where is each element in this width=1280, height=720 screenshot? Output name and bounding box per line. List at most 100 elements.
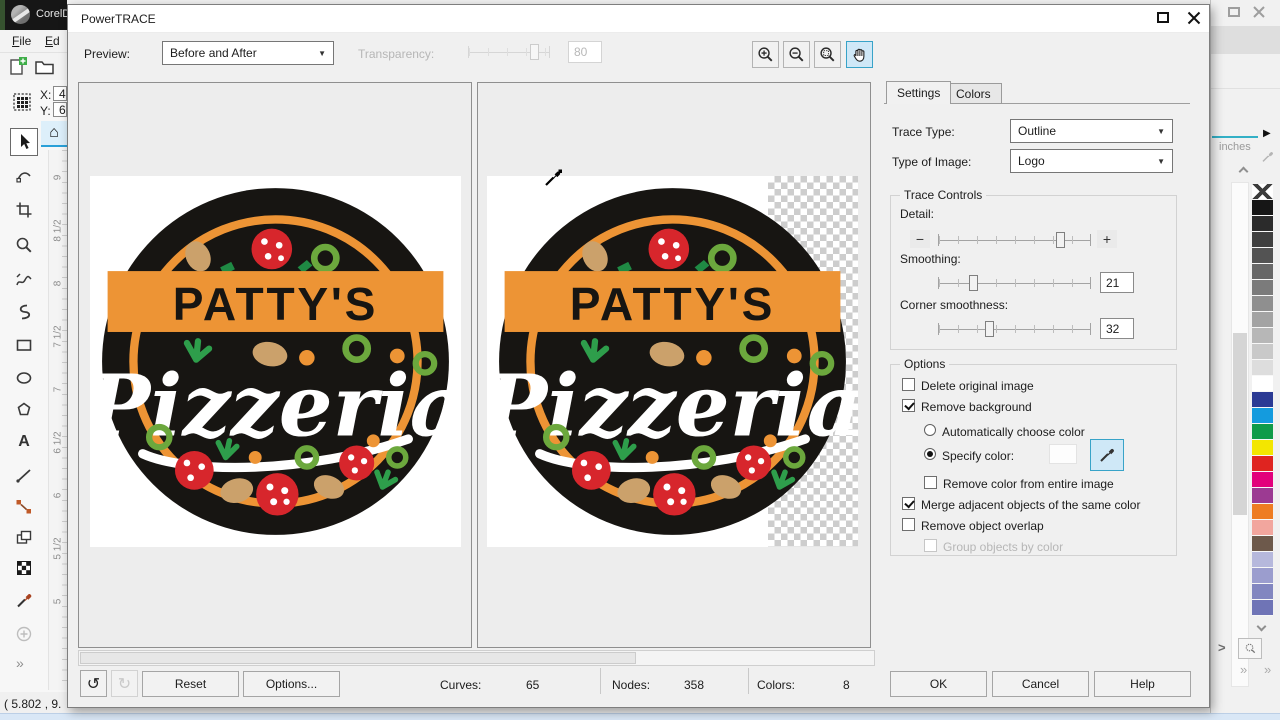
palette-swatch[interactable] xyxy=(1252,392,1273,408)
merge-adjacent-checkbox[interactable] xyxy=(902,497,915,510)
help-button[interactable]: Help xyxy=(1094,671,1191,697)
palette-swatch[interactable] xyxy=(1252,376,1273,392)
corner-smoothness-field[interactable]: 32 xyxy=(1100,318,1134,339)
reset-button[interactable]: Reset xyxy=(142,671,239,697)
palette-swatch[interactable] xyxy=(1252,408,1273,424)
palette-swatch[interactable] xyxy=(1252,328,1273,344)
palette-swatch[interactable] xyxy=(1252,424,1273,440)
coreldraw-logo-icon xyxy=(11,5,30,24)
docker-expand-chevrons[interactable]: » xyxy=(1264,662,1271,677)
ruler-label: 6 xyxy=(53,481,64,511)
detail-slider[interactable] xyxy=(938,234,1091,246)
corner-smoothness-slider-thumb[interactable] xyxy=(985,321,994,337)
pan-button[interactable] xyxy=(846,41,873,68)
zoom-tool-icon[interactable] xyxy=(14,235,34,255)
tab-settings[interactable]: Settings xyxy=(886,81,951,104)
detail-slider-thumb[interactable] xyxy=(1056,232,1065,248)
zoom-out-icon xyxy=(787,45,806,64)
palette-swatch[interactable] xyxy=(1252,232,1273,248)
eyedropper-tool-icon[interactable] xyxy=(14,590,34,610)
dialog-close-button[interactable] xyxy=(1186,10,1202,26)
add-tool-icon[interactable] xyxy=(14,624,34,644)
units-label[interactable]: inches xyxy=(1219,141,1251,153)
palette-swatch[interactable] xyxy=(1252,536,1273,552)
palette-swatch[interactable] xyxy=(1252,552,1273,568)
image-type-dropdown[interactable]: Logo ▼ xyxy=(1010,149,1173,173)
palette-swatch[interactable] xyxy=(1252,216,1273,232)
palette-swatch[interactable] xyxy=(1252,600,1273,616)
preview-scrollbar-thumb[interactable] xyxy=(80,652,636,664)
smoothing-slider[interactable] xyxy=(938,277,1091,289)
docker-maximize-icon[interactable] xyxy=(1228,7,1240,17)
specify-color-radio[interactable] xyxy=(924,448,936,460)
docker-flyout-icon[interactable]: ▶ xyxy=(1263,128,1271,139)
palette-swatch[interactable] xyxy=(1252,568,1273,584)
palette-swatch[interactable] xyxy=(1252,360,1273,376)
palette-swatch[interactable] xyxy=(1252,264,1273,280)
smoothing-field[interactable]: 21 xyxy=(1100,272,1134,293)
trace-type-dropdown[interactable]: Outline ▼ xyxy=(1010,119,1173,143)
zoom-fit-button[interactable] xyxy=(814,41,841,68)
cancel-button[interactable]: Cancel xyxy=(992,671,1089,697)
docker-eyedropper-icon[interactable] xyxy=(1260,149,1275,164)
palette-angle-icon[interactable]: > xyxy=(1218,640,1226,655)
specify-color-label: Specify color: xyxy=(942,449,1014,463)
corner-smoothness-slider[interactable] xyxy=(938,323,1091,335)
palette-swatch[interactable] xyxy=(1252,296,1273,312)
palette-swatch[interactable] xyxy=(1252,472,1273,488)
docker-scrollbar-thumb[interactable] xyxy=(1233,333,1247,515)
dialog-maximize-button[interactable] xyxy=(1157,12,1169,23)
ellipse-tool-icon[interactable] xyxy=(14,368,34,388)
connector-tool-icon[interactable] xyxy=(14,497,34,517)
palette-expand-chevrons[interactable]: » xyxy=(1240,662,1247,677)
palette-zoom-button[interactable] xyxy=(1238,638,1262,659)
smart-drawing-tool-icon[interactable] xyxy=(14,302,34,322)
group-by-color-label: Group objects by color xyxy=(943,540,1063,554)
docker-close-icon[interactable] xyxy=(1252,5,1266,19)
detail-plus-button[interactable]: + xyxy=(1097,230,1117,248)
dialog-titlebar[interactable] xyxy=(68,5,1209,33)
palette-swatch[interactable] xyxy=(1252,184,1273,200)
palette-swatch[interactable] xyxy=(1252,456,1273,472)
transparency-label: Transparency: xyxy=(358,47,434,61)
palette-swatch[interactable] xyxy=(1252,200,1273,216)
crop-tool-icon[interactable] xyxy=(14,200,34,220)
remove-entire-checkbox[interactable] xyxy=(924,476,937,489)
palette-swatch[interactable] xyxy=(1252,344,1273,360)
smoothing-slider-thumb[interactable] xyxy=(969,275,978,291)
specified-color-swatch[interactable] xyxy=(1049,444,1077,464)
line-tool-icon[interactable] xyxy=(14,465,34,485)
palette-swatch[interactable] xyxy=(1252,520,1273,536)
zoom-in-button[interactable] xyxy=(752,41,779,68)
remove-overlap-checkbox[interactable] xyxy=(902,518,915,531)
zoom-out-button[interactable] xyxy=(783,41,810,68)
undo-button[interactable]: ↺ xyxy=(80,670,107,697)
palette-swatch[interactable] xyxy=(1252,504,1273,520)
palette-swatch[interactable] xyxy=(1252,584,1273,600)
pick-tool[interactable] xyxy=(10,128,38,156)
contour-tool-icon[interactable] xyxy=(14,528,34,548)
menu-file[interactable]: File xyxy=(12,34,31,48)
preview-dropdown[interactable]: Before and After ▼ xyxy=(162,41,334,65)
tab-colors[interactable]: Colors xyxy=(945,83,1002,104)
delete-original-checkbox[interactable] xyxy=(902,378,915,391)
shape-tool-icon[interactable] xyxy=(14,165,34,185)
rectangle-tool-icon[interactable] xyxy=(14,335,34,355)
remove-background-checkbox[interactable] xyxy=(902,399,915,412)
palette-swatch[interactable] xyxy=(1252,312,1273,328)
palette-swatch[interactable] xyxy=(1252,280,1273,296)
new-document-icon[interactable] xyxy=(8,56,28,78)
palette-swatch[interactable] xyxy=(1252,488,1273,504)
text-tool[interactable]: A xyxy=(14,432,34,452)
detail-minus-button[interactable]: − xyxy=(910,230,930,248)
freehand-tool-icon[interactable] xyxy=(14,270,34,290)
options-button[interactable]: Options... xyxy=(243,671,340,697)
polygon-tool-icon[interactable] xyxy=(14,400,34,420)
ok-button[interactable]: OK xyxy=(890,671,987,697)
mesh-fill-tool-icon[interactable] xyxy=(14,558,34,578)
auto-choose-color-radio[interactable] xyxy=(924,424,936,436)
toolbox-expand-chevrons[interactable]: » xyxy=(16,655,24,671)
palette-swatch[interactable] xyxy=(1252,440,1273,456)
palette-swatch[interactable] xyxy=(1252,248,1273,264)
color-picker-button[interactable] xyxy=(1090,439,1124,471)
